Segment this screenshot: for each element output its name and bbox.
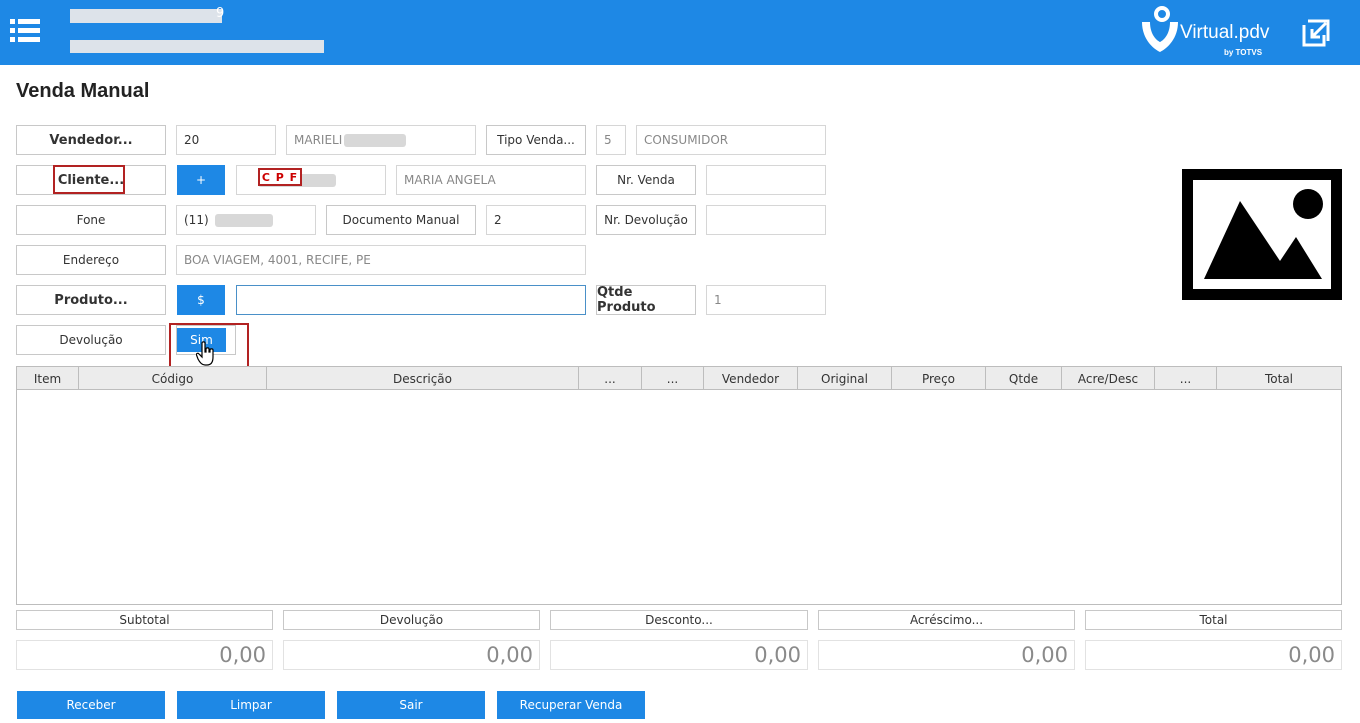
subtotal-label: Subtotal [16,610,273,630]
grid-header: Item Código Descrição ... ... Vendedor O… [17,367,1341,390]
top-bar: 9 Virtual.pdv by TOTVS [0,0,1360,65]
grid-col-acre-desc[interactable]: Acre/Desc [1062,367,1155,390]
grid-col-extra-3[interactable]: ... [1155,367,1217,390]
menu-icon[interactable] [10,18,40,44]
sair-button[interactable]: Sair [337,691,485,719]
redacted-text [214,213,273,227]
grid-col-preco[interactable]: Preço [892,367,986,390]
recuperar-venda-button[interactable]: Recuperar Venda [497,691,645,719]
price-lookup-button[interactable]: $ [177,285,225,315]
grid-col-total[interactable]: Total [1217,367,1341,390]
nr-devolucao-field[interactable] [706,205,826,235]
image-icon [1182,169,1342,300]
virtual-pdv-logo: Virtual.pdv by TOTVS [1138,4,1278,60]
grid-col-extra-1[interactable]: ... [579,367,642,390]
logo-mark-icon [1142,6,1178,52]
redacted-text [344,133,407,147]
devolucao-label: Devolução [16,325,166,355]
acrescimo-button[interactable]: Acréscimo... [818,610,1075,630]
grid-col-qtde[interactable]: Qtde [986,367,1062,390]
add-cliente-button[interactable]: + [177,165,225,195]
vendedor-code-field[interactable]: 20 [176,125,276,155]
qtde-produto-field[interactable]: 1 [706,285,826,315]
grid-col-extra-2[interactable]: ... [642,367,704,390]
fone-label: Fone [16,205,166,235]
cliente-name-field: MARIA ANGELA [396,165,586,195]
qtde-produto-label: Qtde Produto [596,285,696,315]
vendedor-name-field: MARIELI [286,125,476,155]
brand-name: Virtual.pdv [1180,22,1270,43]
vendedor-name-text: MARIELI [294,133,343,147]
desconto-button[interactable]: Desconto... [550,610,808,630]
grid-col-vendedor[interactable]: Vendedor [704,367,798,390]
nr-venda-label: Nr. Venda [596,165,696,195]
fone-field[interactable]: (11) [176,205,316,235]
brand-by: by TOTVS [1224,48,1263,57]
limpar-button[interactable]: Limpar [177,691,325,719]
grid-col-original[interactable]: Original [798,367,892,390]
qtde-produto-label-text: Qtde Produto [597,285,656,315]
produto-button[interactable]: Produto... [16,285,166,315]
hand-cursor-icon [196,341,214,366]
tipo-venda-button[interactable]: Tipo Venda... [486,125,586,155]
receber-button[interactable]: Receber [17,691,165,719]
total-label: Total [1085,610,1342,630]
cpf-tag: C P F [258,168,302,186]
endereco-field: BOA VIAGEM, 4001, RECIFE, PE [176,245,586,275]
produto-input[interactable] [236,285,586,315]
documento-manual-field[interactable]: 2 [486,205,586,235]
items-grid[interactable]: Item Código Descrição ... ... Vendedor O… [16,366,1342,605]
user-name-suffix: 9 [216,6,225,21]
desconto-value: 0,00 [550,640,808,670]
devolucao-total-label: Devolução [283,610,540,630]
grid-col-codigo[interactable]: Código [79,367,267,390]
store-info-redacted [70,40,324,53]
subtotal-value: 0,00 [16,640,273,670]
grid-col-item[interactable]: Item [17,367,79,390]
nr-venda-field[interactable] [706,165,826,195]
expand-window-icon[interactable] [1300,17,1332,49]
cliente-highlight [53,165,125,194]
tipo-venda-code-field: 5 [596,125,626,155]
nr-devolucao-label: Nr. Devolução [596,205,696,235]
fone-ddd: (11) [184,213,209,227]
total-value: 0,00 [1085,640,1342,670]
documento-manual-label: Documento Manual [326,205,476,235]
acrescimo-value: 0,00 [818,640,1075,670]
page-title: Venda Manual [16,80,150,102]
vendedor-button[interactable]: Vendedor... [16,125,166,155]
user-name-redacted [70,9,222,23]
endereco-label: Endereço [16,245,166,275]
tipo-venda-name-field: CONSUMIDOR [636,125,826,155]
devolucao-total-value: 0,00 [283,640,540,670]
grid-col-descricao[interactable]: Descrição [267,367,579,390]
